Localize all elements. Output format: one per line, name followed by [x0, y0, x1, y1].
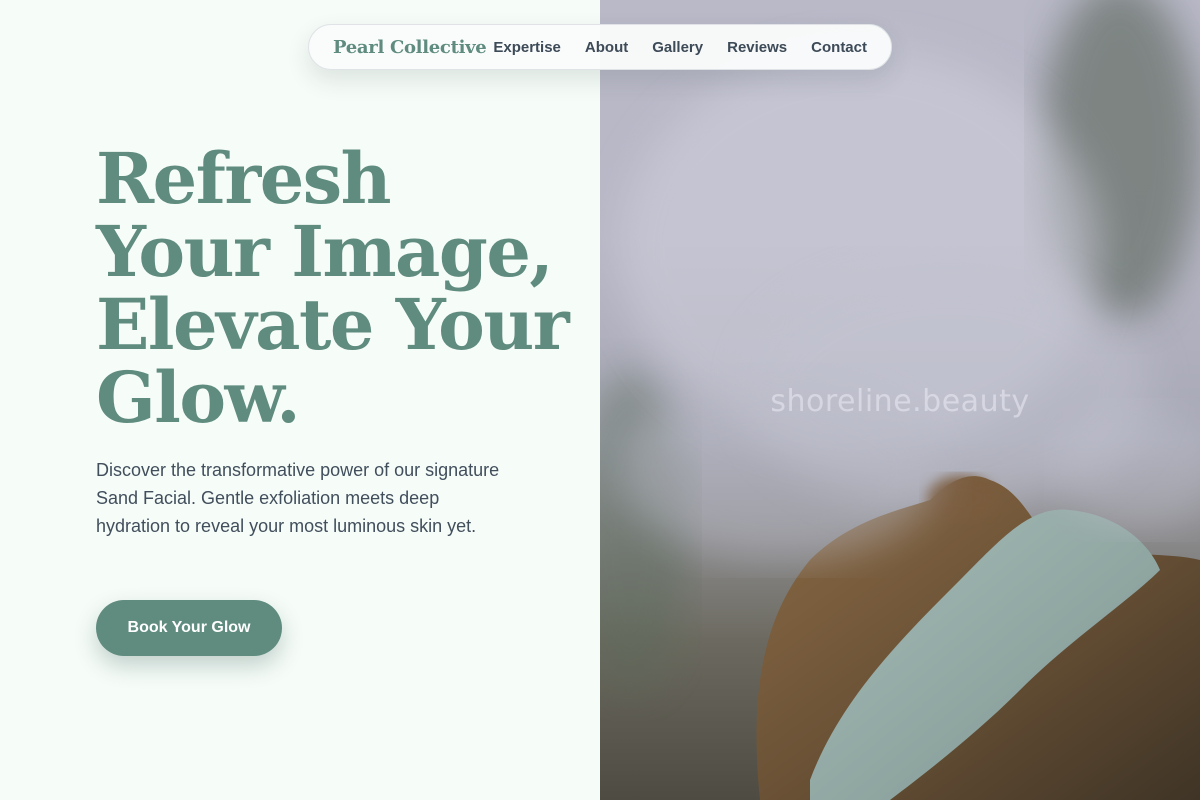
brand-logo[interactable]: Pearl Collective [333, 37, 493, 58]
nav-link-reviews[interactable]: Reviews [727, 39, 787, 56]
nav-link-contact[interactable]: Contact [811, 39, 867, 56]
headline-line-3: Elevate Your [96, 283, 570, 366]
hero-headline: Refresh Your Image, Elevate Your Glow. [96, 137, 570, 439]
hero-subtext: Discover the transformative power of our… [96, 460, 500, 536]
nav-links: Expertise About Gallery Reviews Contact [493, 39, 867, 56]
navbar: Pearl Collective Expertise About Gallery… [308, 24, 892, 70]
nav-link-expertise[interactable]: Expertise [493, 39, 561, 56]
headline-line-4: Glow. [96, 356, 301, 439]
headline-line-2: Your Image, [96, 210, 554, 293]
nav-link-gallery[interactable]: Gallery [652, 39, 703, 56]
watermark-text: shoreline.beauty [770, 384, 1030, 419]
hero-photo: shoreline.beauty [600, 0, 1200, 800]
book-your-glow-button[interactable]: Book Your Glow [96, 600, 282, 656]
nav-link-about[interactable]: About [585, 39, 628, 56]
headline-line-1: Refresh [96, 137, 392, 220]
